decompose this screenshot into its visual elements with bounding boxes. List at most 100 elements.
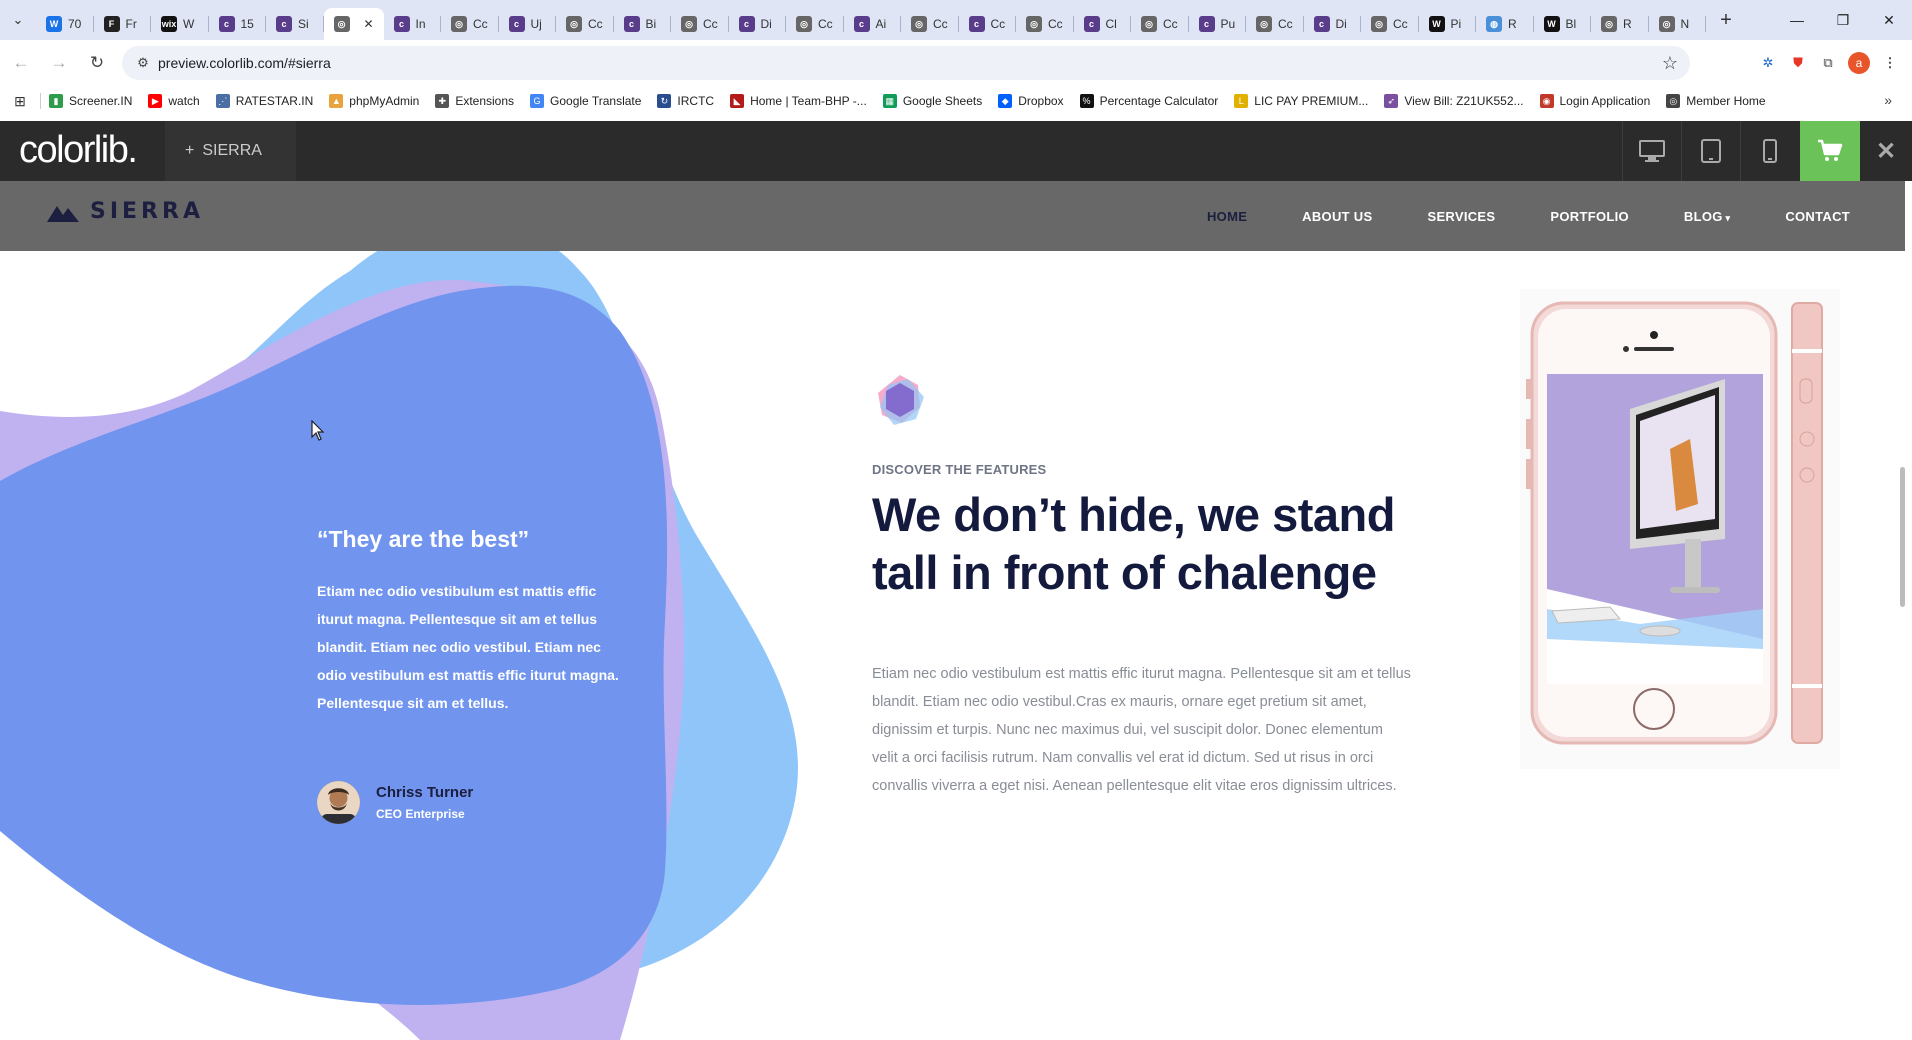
bookmark-item[interactable]: ◣ Home | Team-BHP -...: [730, 94, 867, 108]
author-role: CEO Enterprise: [376, 807, 465, 821]
tab-favicon-icon: ◎: [566, 16, 582, 32]
browser-tab[interactable]: c Pu: [1189, 8, 1247, 40]
adblock-shield-icon[interactable]: ⛊: [1788, 53, 1808, 73]
browser-tab[interactable]: ◎ Cc: [901, 8, 959, 40]
tab-list: W 70 F Fr wix Wc 15 c Si ◎ ✕ c In ◎ Cc c Uj ◎ Cc c Bi ◎ Cc c Di ◎…: [36, 0, 1706, 40]
bookmark-item[interactable]: ◆ Dropbox: [998, 94, 1064, 108]
browser-tab[interactable]: c Si: [266, 8, 324, 40]
browser-tab[interactable]: wix W: [151, 8, 209, 40]
more-menu-icon[interactable]: ⋮: [1880, 53, 1900, 73]
mobile-view-icon[interactable]: [1740, 121, 1799, 181]
reload-button[interactable]: ↻: [80, 46, 114, 80]
tab-title: Pi: [1450, 17, 1462, 31]
testimonial-quote: “They are the best”: [317, 526, 530, 552]
nav-item-services[interactable]: SERVICES: [1427, 209, 1495, 224]
browser-tab[interactable]: ◎ Cc: [1016, 8, 1074, 40]
url-text[interactable]: preview.colorlib.com/#sierra: [158, 55, 331, 71]
tab-close-icon[interactable]: ✕: [364, 17, 374, 31]
browser-tab[interactable]: ◎ Cc: [671, 8, 729, 40]
bookmark-item[interactable]: ➶ View Bill: Z21UK552...: [1384, 94, 1524, 108]
mouse-cursor-icon: [311, 420, 325, 441]
nav-label: BLOG: [1683, 208, 1723, 224]
address-bar[interactable]: ⚙ preview.colorlib.com/#sierra ☆: [122, 46, 1690, 80]
bookmark-star-icon[interactable]: ☆: [1662, 53, 1678, 74]
browser-tab[interactable]: ◎ Cc: [1246, 8, 1304, 40]
bookmark-item[interactable]: ⋰ RATESTAR.IN: [215, 94, 313, 108]
browser-tab[interactable]: c Di: [1304, 8, 1362, 40]
nav-item-contact[interactable]: CONTACT: [1785, 209, 1850, 224]
close-window-icon[interactable]: ✕: [1866, 0, 1912, 40]
apps-grid-icon[interactable]: ⊞: [0, 93, 40, 110]
browser-tab[interactable]: c Ai: [844, 8, 902, 40]
bookmark-item[interactable]: % Percentage Calculator: [1079, 94, 1219, 108]
profile-avatar[interactable]: a: [1848, 52, 1870, 74]
sierra-logo[interactable]: SIERRA: [46, 199, 204, 224]
nav-item-about-us[interactable]: ABOUT US: [1302, 209, 1372, 224]
tab-title: Cc: [473, 17, 488, 31]
bookmark-item[interactable]: ◎ Member Home: [1666, 94, 1766, 108]
new-tab-button[interactable]: +: [1710, 4, 1742, 36]
tablet-view-icon[interactable]: [1681, 121, 1740, 181]
bookmark-item[interactable]: ↻ IRCTC: [657, 94, 714, 108]
browser-tab[interactable]: ◎ Cc: [786, 8, 844, 40]
bookmark-label: Percentage Calculator: [1099, 94, 1219, 108]
bookmark-item[interactable]: ▮ Screener.IN: [49, 94, 132, 108]
browser-tab[interactable]: ◍ R: [1476, 8, 1534, 40]
browser-tab[interactable]: c Uj: [499, 8, 557, 40]
cart-button[interactable]: [1800, 121, 1860, 181]
browser-tab[interactable]: W Pi: [1419, 8, 1477, 40]
back-button[interactable]: ←: [4, 46, 38, 80]
tab-active[interactable]: ◎ ✕: [323, 8, 384, 40]
close-preview-icon[interactable]: ✕: [1860, 121, 1912, 181]
forward-button[interactable]: →: [42, 46, 76, 80]
dropdown-caret-icon: ▾: [1722, 212, 1731, 223]
browser-tab[interactable]: ◎ R: [1591, 8, 1649, 40]
bookmark-label: LIC PAY PREMIUM...: [1254, 94, 1369, 108]
browser-tab[interactable]: ◎ Cc: [1361, 8, 1419, 40]
browser-tab[interactable]: ◎ Cc: [1131, 8, 1189, 40]
colorlib-logo[interactable]: colorlib.: [19, 129, 138, 172]
bookmark-item[interactable]: ✚ Extensions: [435, 94, 514, 108]
browser-tab[interactable]: c Cc: [959, 8, 1017, 40]
tab-search-dropdown-icon[interactable]: ⌄: [0, 0, 36, 40]
browser-tab[interactable]: ◎ Cc: [441, 8, 499, 40]
bookmark-item[interactable]: ▦ Google Sheets: [882, 94, 983, 108]
tab-title: Ai: [875, 17, 887, 31]
nav-item-portfolio[interactable]: PORTFOLIO: [1550, 209, 1629, 224]
bookmark-label: View Bill: Z21UK552...: [1404, 94, 1524, 108]
tab-favicon-icon: ◎: [681, 16, 697, 32]
browser-tab[interactable]: c Bi: [614, 8, 672, 40]
browser-tab[interactable]: ◎ Cc: [556, 8, 614, 40]
browser-tab[interactable]: F Fr: [94, 8, 152, 40]
browser-tab[interactable]: W Bl: [1534, 8, 1592, 40]
bookmark-item[interactable]: ◉ Login Application: [1539, 94, 1650, 108]
more-bookmarks-icon[interactable]: »: [1884, 92, 1892, 108]
browser-tab[interactable]: c 15: [209, 8, 267, 40]
site-info-icon[interactable]: ⚙: [128, 55, 158, 71]
browser-tab[interactable]: c Cl: [1074, 8, 1132, 40]
author-name: Chriss Turner: [376, 784, 474, 801]
bookmark-list: ▮ Screener.IN ▶ watch ⋰ RATESTAR.IN ▲ phpMyAdmi…: [49, 94, 1782, 108]
browser-tab[interactable]: ◎ N: [1649, 8, 1707, 40]
browser-tab[interactable]: W 70: [36, 8, 94, 40]
bookmark-label: Google Sheets: [902, 94, 983, 108]
bookmark-item[interactable]: G Google Translate: [530, 94, 641, 108]
minimize-icon[interactable]: —: [1774, 0, 1820, 40]
page-scrollbar-thumb[interactable]: [1900, 467, 1905, 607]
bookmark-item[interactable]: ▶ watch: [148, 94, 200, 108]
extensions-puzzle-icon[interactable]: ⧉: [1818, 53, 1838, 73]
browser-tab[interactable]: c Di: [729, 8, 787, 40]
bookmark-favicon-icon: L: [1234, 94, 1249, 108]
tab-title: Pu: [1220, 17, 1236, 31]
theme-selector-tab[interactable]: + SIERRA: [165, 121, 296, 181]
browser-tab-strip: ⌄ W 70 F Fr wix Wc 15 c Si ◎ ✕ c In ◎ Cc c Uj ◎ Cc c Bi ◎ Cc c D…: [0, 0, 1912, 40]
extension-icon[interactable]: ✲: [1758, 53, 1778, 73]
browser-tab[interactable]: c In: [384, 8, 442, 40]
nav-item-home[interactable]: HOME: [1207, 209, 1247, 224]
bookmark-item[interactable]: ▲ phpMyAdmin: [329, 94, 419, 108]
bookmark-favicon-icon: ◎: [1666, 94, 1681, 108]
restore-icon[interactable]: ❐: [1820, 0, 1866, 40]
bookmark-item[interactable]: L LIC PAY PREMIUM...: [1234, 94, 1368, 108]
desktop-view-icon[interactable]: [1622, 121, 1681, 181]
nav-item-blog[interactable]: BLOG ▾: [1684, 209, 1730, 224]
